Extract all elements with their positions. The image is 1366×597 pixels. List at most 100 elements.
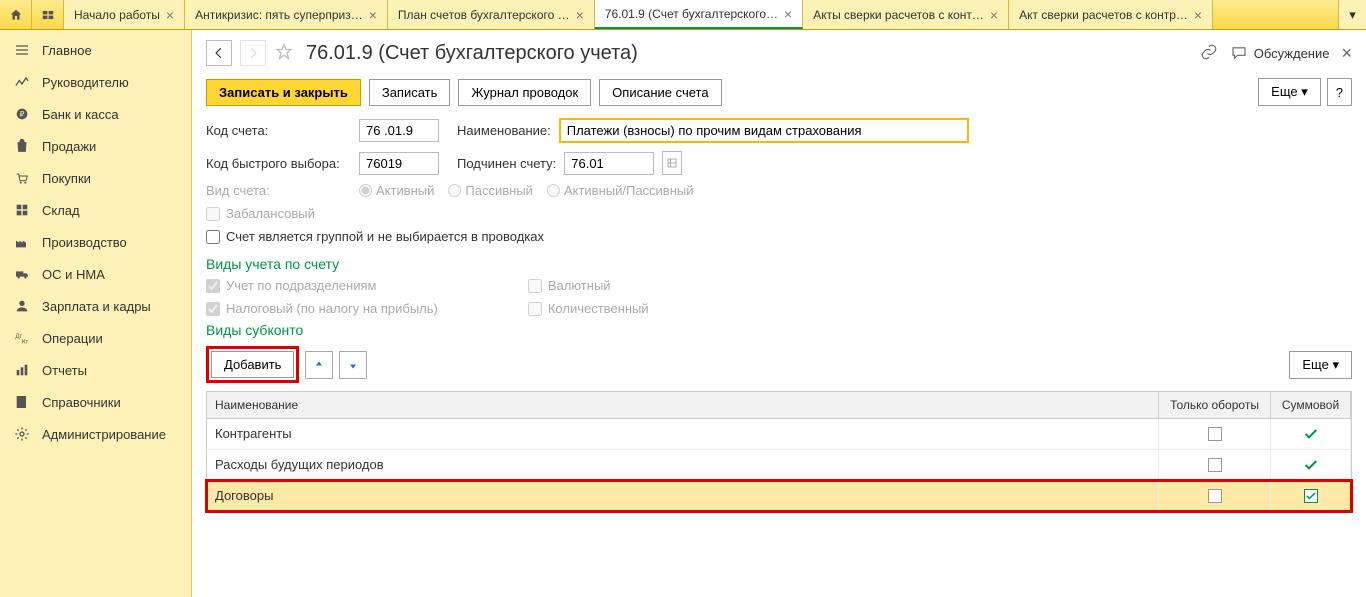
tax-accounting-checkbox[interactable]: Налоговый (по налогу на прибыль)	[206, 301, 438, 316]
subconto-more-button[interactable]: Еще ▾	[1289, 351, 1352, 379]
table-row[interactable]: Расходы будущих периодов	[207, 450, 1351, 481]
sidebar-item-label: Главное	[42, 43, 92, 58]
sidebar-item-bank[interactable]: ₽Банк и касса	[0, 98, 191, 130]
sidebar-item-label: Отчеты	[42, 363, 87, 378]
section-accounting-types: Виды учета по счету	[192, 252, 1366, 276]
close-icon[interactable]: ×	[1194, 7, 1202, 23]
sidebar-item-main[interactable]: Главное	[0, 34, 191, 66]
table-row[interactable]: Контрагенты	[207, 419, 1351, 450]
close-panel-button[interactable]: ×	[1341, 43, 1352, 64]
currency-accounting-checkbox[interactable]: Валютный	[528, 278, 649, 293]
discuss-label: Обсуждение	[1254, 46, 1330, 61]
sidebar-item-warehouse[interactable]: Склад	[0, 194, 191, 226]
sidebar-item-purchases[interactable]: Покупки	[0, 162, 191, 194]
sidebar-item-operations[interactable]: ДтКтОперации	[0, 322, 191, 354]
header: 76.01.9 (Счет бухгалтерского учета) Обсу…	[192, 30, 1366, 72]
sidebar-item-admin[interactable]: Администрирование	[0, 418, 191, 450]
link-icon[interactable]	[1200, 43, 1218, 64]
sidebar-item-catalogs[interactable]: Справочники	[0, 386, 191, 418]
sidebar-item-label: ОС и НМА	[42, 267, 105, 282]
back-button[interactable]	[206, 40, 232, 66]
sidebar-item-production[interactable]: Производство	[0, 226, 191, 258]
add-subconto-button[interactable]: Добавить	[211, 351, 294, 378]
col-name: Наименование	[207, 392, 1159, 418]
tab-act[interactable]: Акт сверки расчетов с контр… ×	[1009, 0, 1213, 29]
chart-icon	[14, 74, 30, 90]
save-close-button[interactable]: Записать и закрыть	[206, 79, 361, 106]
offbalance-checkbox[interactable]: Забалансовый	[206, 206, 315, 221]
sidebar-item-manager[interactable]: Руководителю	[0, 66, 191, 98]
form: Код счета: Наименование: Код быстрого вы…	[192, 118, 1366, 252]
sidebar-item-label: Зарплата и кадры	[42, 299, 151, 314]
subconto-toolbar: Добавить Еще ▾	[192, 342, 1366, 387]
save-button[interactable]: Записать	[369, 79, 451, 106]
parent-picker-button[interactable]	[662, 151, 682, 175]
type-both-radio[interactable]: Активный/Пассивный	[547, 183, 694, 198]
tab-overflow-button[interactable]: ▾	[1338, 0, 1366, 29]
page-title: 76.01.9 (Счет бухгалтерского учета)	[306, 42, 638, 65]
description-button[interactable]: Описание счета	[599, 79, 721, 106]
person-icon	[14, 298, 30, 314]
close-icon[interactable]: ×	[166, 7, 174, 23]
quick-code-input[interactable]	[359, 152, 439, 175]
cell-turnover[interactable]	[1159, 450, 1271, 480]
discuss-button[interactable]: Обсуждение	[1230, 44, 1330, 62]
tab-acts-list[interactable]: Акты сверки расчетов с конт… ×	[803, 0, 1009, 29]
tab-anticrisis[interactable]: Антикризис: пять суперприз… ×	[185, 0, 388, 29]
book-icon	[14, 394, 30, 410]
home-icon[interactable]	[0, 0, 32, 29]
sidebar-item-assets[interactable]: ОС и НМА	[0, 258, 191, 290]
cell-turnover[interactable]	[1159, 481, 1271, 510]
type-active-radio[interactable]: Активный	[359, 183, 434, 198]
gear-icon	[14, 426, 30, 442]
parent-input[interactable]	[564, 152, 654, 175]
code-input[interactable]	[359, 119, 439, 142]
cell-sum-checkbox[interactable]	[1271, 481, 1351, 510]
cell-name: Договоры	[207, 481, 1159, 510]
sidebar-item-label: Банк и касса	[42, 107, 119, 122]
sidebar-item-label: Администрирование	[42, 427, 166, 442]
cell-sum	[1271, 450, 1351, 480]
close-icon[interactable]: ×	[990, 7, 998, 23]
journal-button[interactable]: Журнал проводок	[458, 79, 591, 106]
close-icon[interactable]: ×	[369, 7, 377, 23]
name-input[interactable]	[559, 118, 969, 143]
truck-icon	[14, 266, 30, 282]
ops-icon: ДтКт	[14, 330, 30, 346]
dept-accounting-checkbox[interactable]: Учет по подразделениям	[206, 278, 438, 293]
tab-chart-accounts[interactable]: План счетов бухгалтерского … ×	[388, 0, 595, 29]
sidebar-item-reports[interactable]: Отчеты	[0, 354, 191, 386]
close-icon[interactable]: ×	[784, 6, 792, 22]
group-checkbox[interactable]: Счет является группой и не выбирается в …	[206, 229, 544, 244]
cell-turnover[interactable]	[1159, 419, 1271, 449]
tab-start[interactable]: Начало работы ×	[64, 0, 185, 29]
type-label: Вид счета:	[206, 183, 351, 198]
windows-icon[interactable]	[32, 0, 64, 29]
type-passive-radio[interactable]: Пассивный	[448, 183, 533, 198]
account-type-group: Активный Пассивный Активный/Пассивный	[359, 183, 694, 198]
tab-label: Акт сверки расчетов с контр…	[1019, 8, 1188, 22]
close-icon[interactable]: ×	[576, 7, 584, 23]
sidebar-item-hr[interactable]: Зарплата и кадры	[0, 290, 191, 322]
qty-accounting-checkbox[interactable]: Количественный	[528, 301, 649, 316]
top-bar: Начало работы × Антикризис: пять суперпр…	[0, 0, 1366, 30]
move-up-button[interactable]	[305, 351, 333, 379]
tab-label: Антикризис: пять суперприз…	[195, 8, 363, 22]
svg-text:Кт: Кт	[22, 339, 28, 345]
help-button[interactable]: ?	[1327, 78, 1352, 106]
tab-account-76019[interactable]: 76.01.9 (Счет бухгалтерского… ×	[595, 0, 803, 29]
code-label: Код счета:	[206, 123, 351, 138]
sidebar: Главное Руководителю ₽Банк и касса Прода…	[0, 30, 192, 597]
more-button[interactable]: Еще ▾	[1258, 78, 1321, 106]
sidebar-item-sales[interactable]: Продажи	[0, 130, 191, 162]
move-down-button[interactable]	[339, 351, 367, 379]
favorite-button[interactable]	[274, 42, 294, 65]
sidebar-item-label: Продажи	[42, 139, 96, 154]
main-content: 76.01.9 (Счет бухгалтерского учета) Обсу…	[192, 30, 1366, 597]
cart-icon	[14, 170, 30, 186]
parent-label: Подчинен счету:	[457, 156, 556, 171]
factory-icon	[14, 234, 30, 250]
forward-button[interactable]	[240, 40, 266, 66]
boxes-icon	[14, 202, 30, 218]
table-row-highlighted[interactable]: Договоры	[207, 481, 1351, 511]
